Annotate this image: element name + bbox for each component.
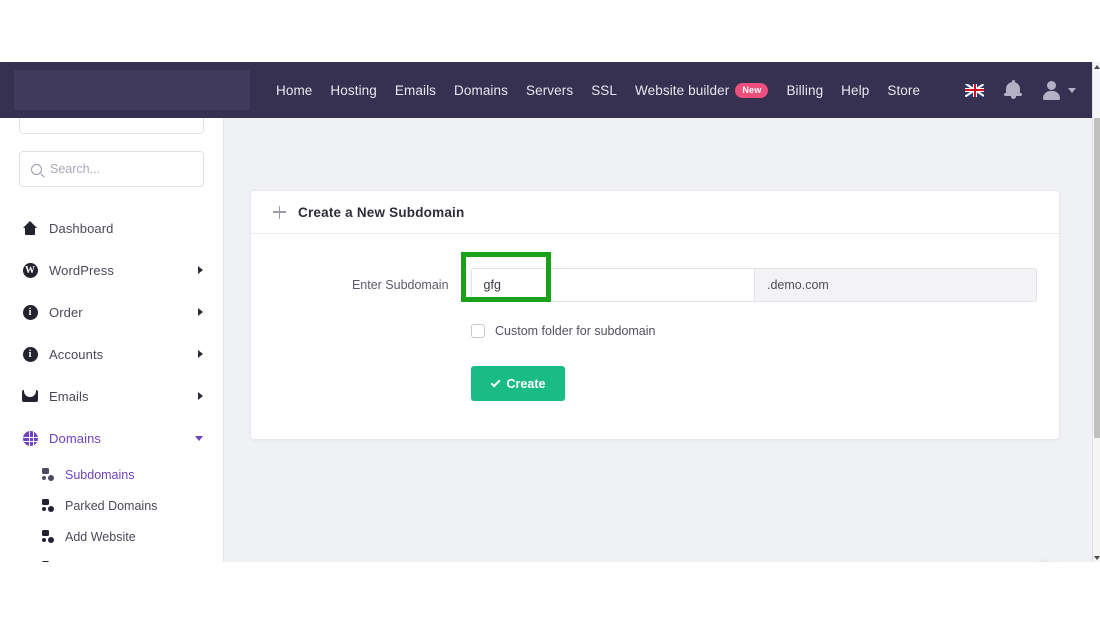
- card-body: Enter Subdomain .demo.com Custom folder …: [251, 234, 1059, 439]
- sidebar-top-panel[interactable]: [19, 118, 204, 134]
- custom-folder-label[interactable]: Custom folder for subdomain: [495, 324, 656, 338]
- chevron-right-icon: [198, 266, 203, 274]
- search-icon: [31, 163, 42, 175]
- sidebar-item-emails[interactable]: Emails: [0, 375, 223, 417]
- info-circle-icon: i: [20, 346, 40, 362]
- domain-suffix-addon: .demo.com: [754, 268, 1037, 302]
- brand-logo[interactable]: [14, 70, 250, 110]
- sidebar-item-wordpress[interactable]: W WordPress: [0, 249, 223, 291]
- scrollbar-thumb[interactable]: [1093, 118, 1100, 438]
- sidebar: Dashboard W WordPress i Order: [0, 118, 224, 562]
- user-account-menu[interactable]: [1042, 80, 1076, 100]
- create-subdomain-card: Create a New Subdomain Enter Subdomain .…: [250, 190, 1060, 440]
- plus-icon: [273, 205, 286, 219]
- navbar-utility-group: [965, 62, 1076, 118]
- main-content: Create a New Subdomain Enter Subdomain .…: [224, 118, 1092, 562]
- subdomain-input[interactable]: [470, 268, 754, 302]
- check-icon: [490, 377, 500, 387]
- scroll-down-arrow[interactable]: [1093, 553, 1100, 562]
- sidebar-item-order[interactable]: i Order: [0, 291, 223, 333]
- sitemap-icon: [42, 499, 56, 512]
- nav-item-help[interactable]: Help: [841, 83, 869, 98]
- sidebar-subitem-label: Add Website: [65, 529, 136, 544]
- create-button[interactable]: Create: [471, 366, 565, 401]
- sidebar-search[interactable]: [19, 151, 204, 187]
- sitemap-icon: [42, 530, 56, 543]
- sidebar-item-label: Accounts: [49, 346, 104, 362]
- subdomain-input-group: .demo.com: [470, 268, 1037, 302]
- new-badge: New: [735, 82, 769, 98]
- chevron-right-icon: [198, 350, 203, 358]
- nav-item-home[interactable]: Home: [276, 83, 312, 98]
- page-title: Create a New Subdomain: [298, 204, 465, 220]
- sidebar-subitem-parked-domains[interactable]: Parked Domains: [0, 490, 223, 521]
- home-icon: [20, 221, 40, 235]
- nav-item-domains[interactable]: Domains: [454, 83, 508, 98]
- nav-item-website-builder-label: Website builder: [635, 82, 730, 98]
- nav-item-hosting[interactable]: Hosting: [330, 83, 376, 98]
- browser-viewport: Home Hosting Emails Domains Servers SSL …: [0, 62, 1092, 562]
- chevron-down-icon: [195, 435, 203, 441]
- chevron-right-icon: [198, 392, 203, 400]
- subdomain-field-row: Enter Subdomain .demo.com: [273, 268, 1037, 302]
- nav-item-store[interactable]: Store: [887, 83, 920, 98]
- sidebar-item-label: Order: [49, 304, 83, 320]
- envelope-icon: [20, 390, 40, 402]
- sidebar-item-label: Emails: [49, 388, 89, 404]
- wordpress-icon: W: [20, 262, 40, 278]
- sidebar-item-label: Dashboard: [49, 220, 114, 236]
- sidebar-subitem-add-website[interactable]: Add Website: [0, 521, 223, 552]
- nav-item-servers[interactable]: Servers: [526, 83, 573, 98]
- card-header: Create a New Subdomain: [251, 191, 1059, 234]
- sidebar-subitem-label: Subdomains: [65, 467, 135, 482]
- nav-item-ssl[interactable]: SSL: [591, 83, 617, 98]
- nav-item-emails[interactable]: Emails: [395, 83, 436, 98]
- subdomain-field-label: Enter Subdomain: [351, 278, 449, 292]
- page-root: Home Hosting Emails Domains Servers SSL …: [0, 0, 1100, 619]
- scroll-up-arrow[interactable]: [1093, 62, 1100, 71]
- sidebar-item-label: Domains: [49, 430, 101, 446]
- sitemap-icon: [42, 561, 56, 562]
- sitemap-icon: [42, 468, 56, 481]
- chevron-right-icon: [198, 308, 203, 316]
- primary-nav: Home Hosting Emails Domains Servers SSL …: [276, 82, 938, 98]
- search-input[interactable]: [50, 162, 192, 176]
- sidebar-item-domains[interactable]: Domains: [0, 417, 223, 459]
- sidebar-nav-list: Dashboard W WordPress i Order i Accounts…: [0, 207, 223, 562]
- sidebar-subitem-subdomains[interactable]: Subdomains: [0, 459, 223, 490]
- chevron-down-icon: [1068, 87, 1076, 93]
- sidebar-subitem-label: Parked Domains: [65, 498, 158, 513]
- page-scrollbar[interactable]: [1092, 62, 1100, 562]
- nav-item-website-builder[interactable]: Website builder New: [635, 82, 769, 98]
- sidebar-item-accounts[interactable]: i Accounts: [0, 333, 223, 375]
- sidebar-item-dashboard[interactable]: Dashboard: [0, 207, 223, 249]
- info-circle-icon: i: [20, 304, 40, 320]
- nav-item-billing[interactable]: Billing: [786, 83, 823, 98]
- globe-icon: [20, 430, 40, 446]
- sidebar-item-label: WordPress: [49, 262, 114, 278]
- create-button-label: Create: [506, 376, 546, 391]
- uk-flag-icon[interactable]: [965, 83, 984, 97]
- custom-folder-checkbox[interactable]: [471, 324, 485, 338]
- custom-folder-row: Custom folder for subdomain: [471, 324, 1037, 338]
- top-navbar: Home Hosting Emails Domains Servers SSL …: [0, 62, 1092, 118]
- sidebar-subitem-label: Redirects: [65, 561, 118, 563]
- bell-icon[interactable]: [1004, 80, 1022, 100]
- sidebar-subitem-redirects[interactable]: Redirects: [0, 552, 223, 562]
- user-avatar-icon: [1042, 80, 1061, 100]
